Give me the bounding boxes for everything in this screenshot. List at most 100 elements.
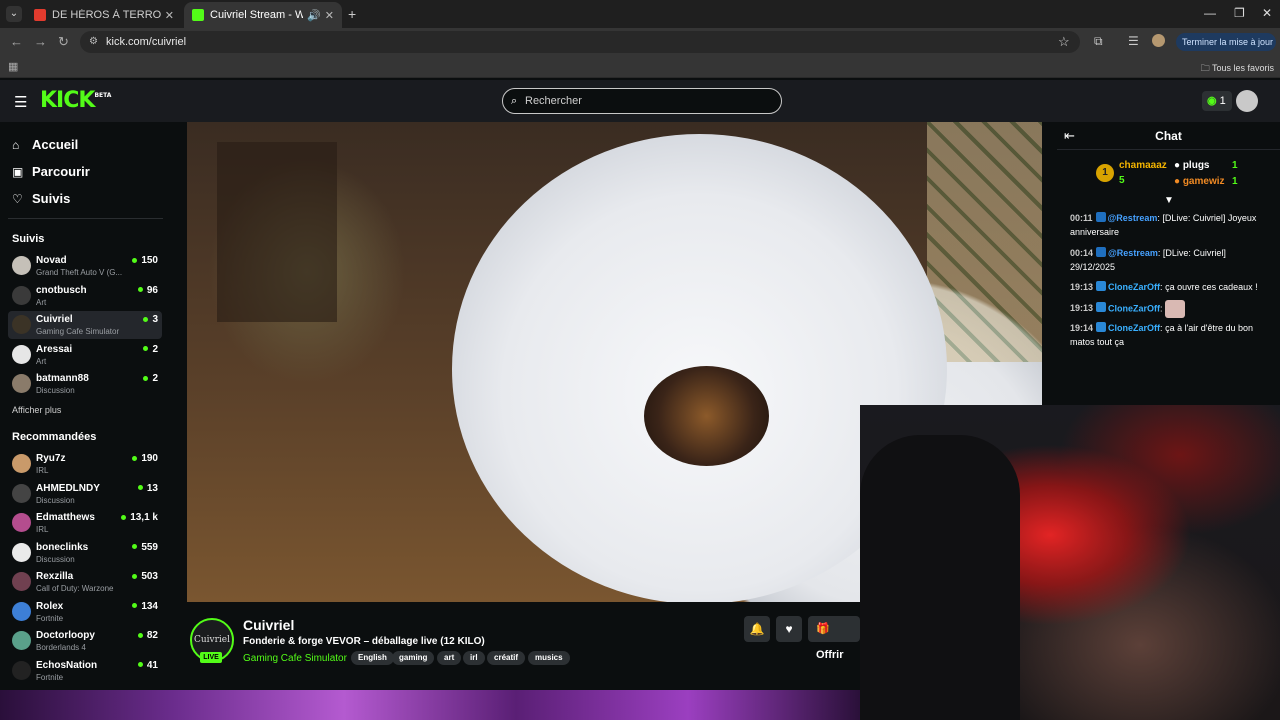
avatar	[12, 572, 31, 591]
tab-search-icon[interactable]: ⌄	[6, 6, 22, 22]
channel-category: Art	[36, 356, 47, 366]
channel-name: Cuivriel	[36, 314, 73, 325]
extensions-icon[interactable]: ⧉	[1094, 34, 1103, 49]
channel-category: Fortnite	[36, 672, 64, 682]
address-bar[interactable]: ⚙ kick.com/cuivriel	[80, 31, 1080, 53]
reading-list-icon[interactable]: ☰	[1128, 34, 1139, 48]
update-button[interactable]: Terminer la mise à jour ⋮	[1176, 33, 1276, 65]
gift-icon: 🎁	[816, 623, 830, 635]
viewer-count: 96	[138, 285, 158, 296]
browser-toolbar: ← → ↻ ⚙ kick.com/cuivriel ☆ ⧉ ☰	[0, 28, 1280, 56]
divider	[8, 218, 163, 219]
home-icon: ⌂	[12, 138, 20, 152]
sidebar-channel[interactable]: AHMEDLNDY Discussion 13	[8, 480, 162, 508]
channel-name[interactable]: Cuivriel	[243, 617, 294, 633]
avatar	[12, 285, 31, 305]
gift-button[interactable]: 🎁 Offrir	[808, 616, 860, 661]
bookmarks-bar: ▦ 🗀 Tous les favoris	[0, 56, 1280, 78]
sidebar-channel[interactable]: EchosNation Fortnite 41	[8, 657, 162, 685]
kicks-counter[interactable]: ◉ 1	[1202, 91, 1232, 111]
avatar	[12, 631, 31, 650]
close-window-icon[interactable]: ✕	[1262, 6, 1272, 20]
avatar	[12, 660, 31, 680]
sidebar-channel[interactable]: Ryu7z IRL 190	[8, 450, 162, 478]
search-input[interactable]: ⌕ Rechercher	[502, 88, 782, 114]
sidebar-channel[interactable]: Rolex Fortnite 134	[8, 598, 162, 626]
sidebar-channel[interactable]: Edmatthews IRL 13,1 k	[8, 509, 162, 537]
tag-art[interactable]: art	[437, 651, 462, 665]
minimize-icon[interactable]: —	[1204, 6, 1216, 20]
viewer-count: 2	[143, 344, 158, 355]
sidebar-channel[interactable]: Aressai Art 2	[8, 341, 162, 369]
tag-creatif[interactable]: créatif	[487, 651, 526, 665]
avatar	[12, 542, 31, 562]
viewer-count: 13,1 k	[121, 512, 158, 523]
bot-icon	[1096, 247, 1107, 257]
back-icon[interactable]: ←	[10, 34, 23, 49]
chat-username: @Restream	[1107, 213, 1158, 223]
notification-bell-button[interactable]: 🔔	[744, 616, 770, 642]
close-tab-icon[interactable]: ✕	[325, 9, 334, 22]
leaderboard-name[interactable]: chamaaaz	[1119, 160, 1167, 171]
expand-leaderboard-icon[interactable]: ▼	[1164, 195, 1174, 206]
close-tab-icon[interactable]: ✕	[165, 9, 174, 22]
sidebar-channel[interactable]: Doctorloopy Borderlands 4 82	[8, 627, 162, 655]
bookmark-star-icon[interactable]: ☆	[1058, 34, 1070, 50]
all-bookmarks[interactable]: 🗀 Tous les favoris	[1201, 61, 1274, 77]
leaderboard-name[interactable]: ● gamewiz	[1174, 176, 1225, 187]
reload-icon[interactable]: ↻	[58, 34, 69, 50]
leaderboard-name[interactable]: ● plugs	[1174, 160, 1210, 171]
menu-icon[interactable]: ☰	[14, 93, 27, 111]
nav-home[interactable]: ⌂ Accueil	[12, 136, 78, 154]
kick-logo[interactable]: KICKBETA	[40, 88, 111, 113]
site-info-icon[interactable]: ⚙	[89, 31, 98, 53]
sidebar-channel[interactable]: boneclinks Discussion 559	[8, 539, 162, 567]
apps-grid-icon[interactable]: ▦	[8, 60, 18, 73]
follow-heart-button[interactable]: ♥	[776, 616, 802, 642]
tag-english[interactable]: English	[351, 651, 394, 665]
sidebar-channel[interactable]: Cuivriel Gaming Cafe Simulator 3	[8, 311, 162, 339]
tag-irl[interactable]: irl	[463, 651, 485, 665]
stream-category-link[interactable]: Gaming Cafe Simulator	[243, 653, 347, 664]
badge-icon	[1096, 322, 1107, 332]
sidebar-channel[interactable]: cnotbusch Art 96	[8, 282, 162, 310]
maximize-icon[interactable]: ❐	[1234, 6, 1245, 20]
avatar	[12, 454, 31, 473]
heart-icon: ♥	[785, 622, 793, 636]
tag-musics[interactable]: musics	[528, 651, 570, 665]
avatar	[12, 601, 31, 621]
chat-timestamp: 19:13	[1070, 282, 1094, 292]
nav-following[interactable]: ♡ Suivis	[12, 190, 70, 208]
sidebar-channel[interactable]: Novad Grand Theft Auto V (G... 150	[8, 252, 162, 280]
audio-icon[interactable]: 🔊	[307, 9, 321, 22]
show-more-link[interactable]: Afficher plus	[12, 405, 61, 415]
chat-message: 19:14 CloneZarOff: ça à l'air d'être du b…	[1070, 322, 1254, 347]
chat-message: 00:14 @Restream: [DLive: Cuivriel] 29/12/…	[1070, 247, 1226, 272]
channel-category: Gaming Cafe Simulator	[36, 327, 120, 336]
sidebar-channel[interactable]: batmann88 Discussion 2	[8, 370, 162, 398]
channel-name: Aressai	[36, 343, 73, 355]
browser-tab-active[interactable]: Cuivriel Stream - Watch Liv 🔊 ✕	[184, 2, 342, 28]
viewer-count: 134	[132, 601, 158, 612]
browser-tab[interactable]: DE HÉROS À TERRORISTE EN 72 ✕	[26, 2, 182, 28]
forward-icon[interactable]: →	[34, 34, 47, 49]
profile-avatar[interactable]	[1152, 34, 1165, 47]
channel-name: Edmatthews	[36, 512, 95, 523]
channel-category: Grand Theft Auto V (G...	[36, 268, 123, 277]
sidebar: ⌂ Accueil ▣ Parcourir ♡ Suivis Suivis Novad…	[0, 122, 170, 692]
user-avatar[interactable]	[1236, 90, 1258, 112]
emote-image	[1165, 300, 1186, 318]
following-heading: Suivis	[12, 233, 45, 245]
avatar	[12, 344, 31, 364]
leaderboard-value: 1	[1232, 160, 1238, 171]
nav-browse[interactable]: ▣ Parcourir	[12, 163, 90, 181]
tag-gaming[interactable]: gaming	[392, 651, 435, 665]
chat-timestamp: 19:14	[1070, 323, 1094, 333]
channel-category: Call of Duty: Warzone	[36, 584, 114, 593]
tab-title: DE HÉROS À TERRORISTE EN 72	[52, 9, 161, 21]
video-scene-door	[217, 142, 337, 322]
new-tab-icon[interactable]: +	[348, 6, 356, 22]
youtube-favicon-icon	[34, 9, 46, 21]
leaderboard-value: 5	[1119, 175, 1125, 186]
sidebar-channel[interactable]: Rexzilla Call of Duty: Warzone 503	[8, 568, 162, 596]
